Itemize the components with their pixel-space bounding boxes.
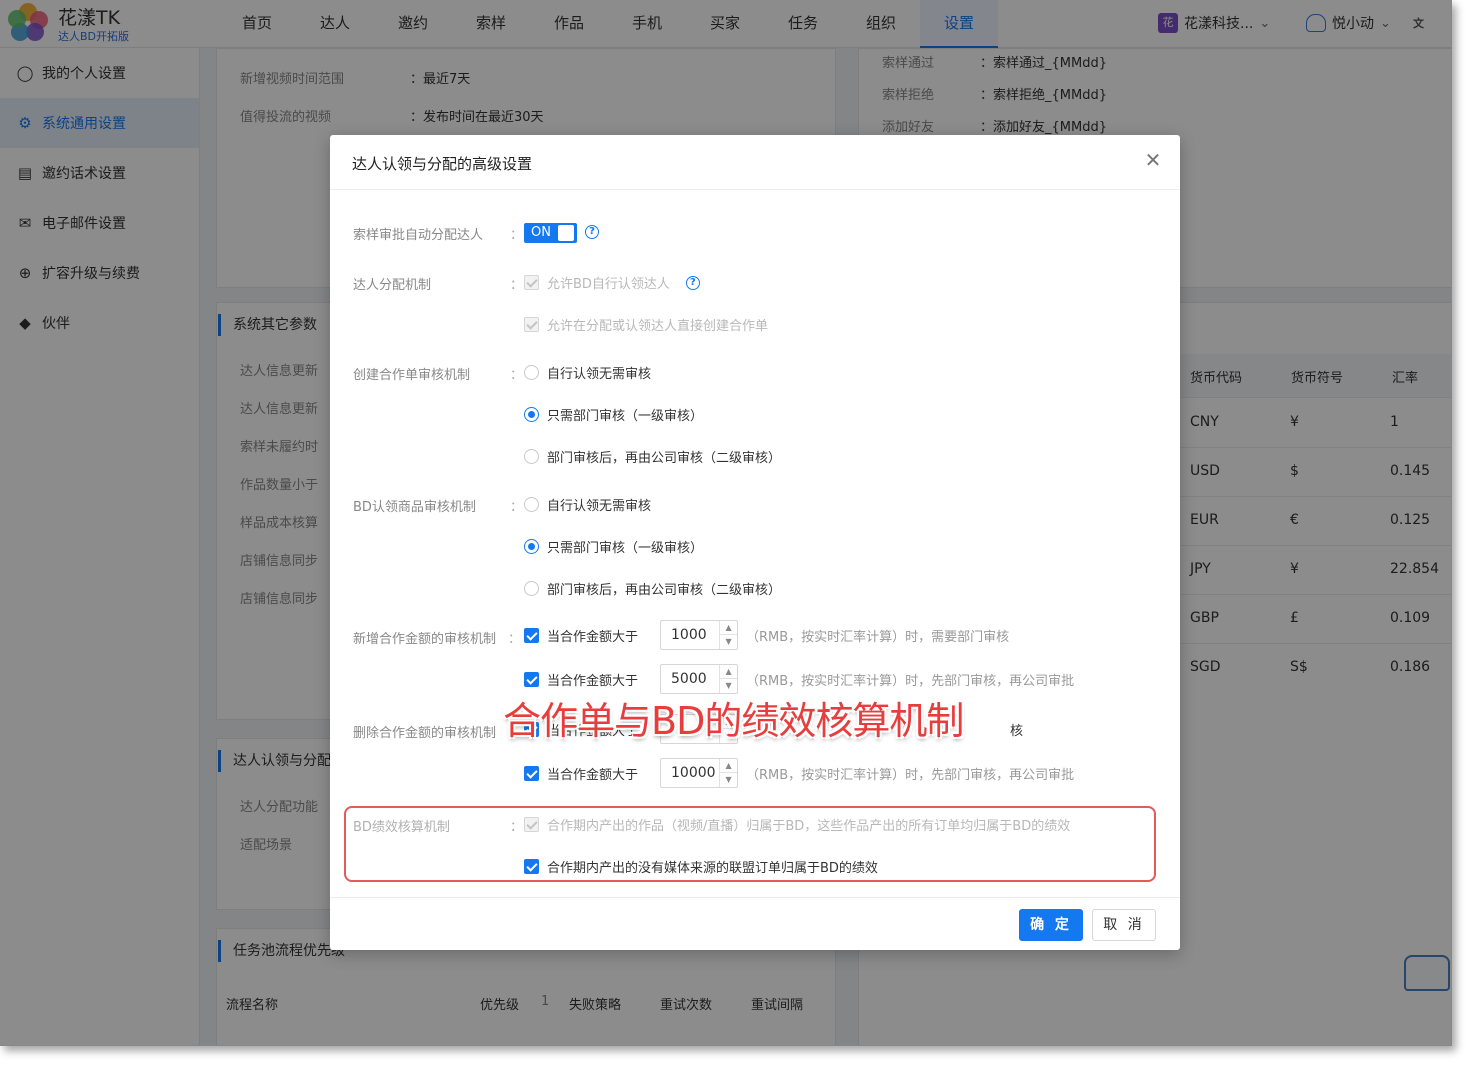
amount-value: 5000: [671, 671, 707, 687]
rule-suffix: （RMB，按实时汇率计算）时，先部门审核，再公司审批: [746, 673, 1075, 689]
option-label: 自行认领无需审核: [547, 499, 652, 514]
help-icon[interactable]: ?: [585, 225, 599, 239]
stepper[interactable]: ▲ ▼: [719, 759, 738, 787]
field-label: BD认领商品审核机制: [353, 500, 476, 515]
app-window: 花漾TK 达人BD开拓版 首页 达人 邀约 索样 作品 手机 买家 任务 组织 …: [0, 0, 1452, 1046]
auto-assign-toggle[interactable]: ON: [524, 223, 577, 243]
create-review-option-none[interactable]: 自行认领无需审核: [524, 363, 651, 382]
rule-suffix: 核: [1010, 723, 1024, 739]
amount-input[interactable]: 1000 ▲ ▼: [660, 620, 739, 650]
create-review-option-two-level[interactable]: 部门审核后，再由公司审核（二级审核）: [524, 447, 781, 466]
toggle-knob: [558, 225, 574, 241]
create-review-option-dept[interactable]: 只需部门审核（一级审核）: [524, 405, 703, 424]
rule-suffix: （RMB，按实时汇率计算）时，需要部门审核: [746, 629, 1010, 645]
divider: [330, 897, 1180, 898]
checkbox[interactable]: [524, 765, 539, 781]
highlight-box: [344, 806, 1156, 882]
field-label: 创建合作单审核机制: [353, 368, 471, 383]
chevron-up-icon[interactable]: ▲: [720, 759, 738, 773]
checkbox[interactable]: [524, 671, 539, 687]
colon: ：: [510, 368, 524, 383]
help-icon[interactable]: ?: [685, 275, 700, 290]
claim-review-option-dept[interactable]: 只需部门审核（一级审核）: [524, 537, 703, 556]
option-label: 允许在分配或认领达人直接创建合作单: [547, 319, 769, 334]
field-label: 索样审批自动分配达人: [353, 228, 484, 243]
amount-value: 10000: [671, 765, 716, 781]
chevron-down-icon[interactable]: ▼: [720, 635, 737, 649]
annotation-caption: 合作单与BD的绩效核算机制: [503, 699, 964, 743]
radio: [524, 365, 539, 380]
radio: [524, 581, 539, 596]
amount-input[interactable]: 10000 ▲ ▼: [660, 758, 739, 788]
dialog-title: 达人认领与分配的高级设置: [352, 155, 533, 173]
option-label: 只需部门审核（一级审核）: [547, 409, 704, 424]
amount-value: 1000: [671, 627, 707, 643]
radio: [524, 497, 539, 512]
option-label: 部门审核后，再由公司审核（二级审核）: [547, 583, 782, 598]
toggle-label: ON: [531, 225, 551, 240]
divider: [330, 189, 1180, 190]
radio: [524, 539, 539, 554]
allow-bd-claim-checkbox[interactable]: 允许BD自行认领达人 ?: [524, 273, 700, 292]
colon: ：: [508, 632, 522, 647]
field-label: 新增合作金额的审核机制: [353, 632, 497, 647]
claim-review-option-two-level[interactable]: 部门审核后，再由公司审核（二级审核）: [524, 579, 781, 598]
option-label: 自行认领无需审核: [547, 367, 652, 382]
chevron-up-icon[interactable]: ▲: [720, 621, 738, 635]
option-label: 部门审核后，再由公司审核（二级审核）: [547, 451, 782, 466]
radio: [524, 407, 539, 422]
rule-suffix: （RMB，按实时汇率计算）时，先部门审核，再公司审批: [746, 767, 1075, 783]
checkbox: [524, 275, 539, 290]
chevron-up-icon[interactable]: ▲: [720, 665, 738, 679]
rule-prefix: 当合作金额大于: [547, 629, 639, 645]
allow-direct-order-checkbox[interactable]: 允许在分配或认领达人直接创建合作单: [524, 315, 768, 334]
stepper[interactable]: ▲ ▼: [719, 621, 738, 649]
checkbox: [524, 317, 539, 332]
advanced-settings-dialog: 达人认领与分配的高级设置 ✕ 索样审批自动分配达人 ： ON ? 达人分配机制 …: [330, 135, 1180, 950]
colon: ：: [510, 278, 524, 293]
stepper[interactable]: ▲ ▼: [719, 665, 738, 693]
chevron-down-icon[interactable]: ▼: [720, 773, 737, 787]
colon: ：: [510, 228, 524, 243]
option-label: 只需部门审核（一级审核）: [547, 541, 704, 556]
confirm-button[interactable]: 确 定: [1019, 909, 1083, 941]
field-label: 删除合作金额的审核机制: [353, 726, 497, 741]
claim-review-option-none[interactable]: 自行认领无需审核: [524, 495, 651, 514]
checkbox[interactable]: [524, 627, 539, 643]
rule-prefix: 当合作金额大于: [547, 673, 639, 689]
add-amount-rule-1: 当合作金额大于 1000 ▲ ▼ （RMB，按实时汇率计算）时，需要部门审核: [524, 620, 1009, 650]
delete-amount-rule-2: 当合作金额大于 10000 ▲ ▼ （RMB，按实时汇率计算）时，先部门审核，再公…: [524, 758, 1074, 788]
cancel-button[interactable]: 取 消: [1092, 909, 1156, 941]
field-label: 达人分配机制: [353, 278, 432, 293]
option-label: 允许BD自行认领达人: [547, 277, 670, 292]
rule-prefix: 当合作金额大于: [547, 767, 639, 783]
radio: [524, 449, 539, 464]
colon: ：: [510, 500, 524, 515]
close-icon[interactable]: ✕: [1142, 149, 1164, 171]
